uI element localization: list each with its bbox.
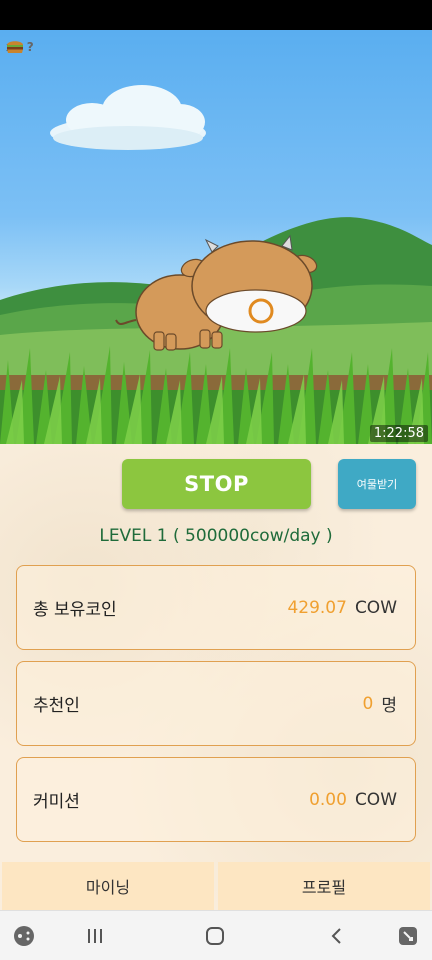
stop-button[interactable]: STOP [122,459,311,509]
card-unit: COW [354,597,397,618]
help-icon[interactable]: ? [27,40,34,54]
game-scene: x2 ? 1:22:58 [0,30,432,444]
card-unit: 명 [381,696,397,716]
back-icon[interactable] [325,924,349,948]
card-label: 총 보유코인 [33,600,117,620]
screenshot-tool-icon[interactable] [396,924,420,948]
card-value: 0.00 [309,789,347,810]
burger-icon [7,41,23,53]
home-icon[interactable] [203,924,227,948]
pasture-illustration [0,85,432,444]
bottom-tabs: 마이닝 프로필 [0,862,432,910]
tab-profile[interactable]: 프로필 [218,862,430,910]
mining-panel: STOP 여물받기 LEVEL 1 ( 500000cow/day ) 총 보유… [0,444,432,910]
level-info: LEVEL 1 ( 500000cow/day ) [99,526,333,546]
game-launcher-icon[interactable] [12,924,36,948]
receive-fodder-button[interactable]: 여물받기 [338,459,416,509]
card-unit: COW [354,789,397,810]
status-bar [0,0,432,30]
card-value: 0 [362,693,374,714]
card-label: 추천인 [33,696,80,716]
tab-mining[interactable]: 마이닝 [2,862,214,910]
recent-apps-icon[interactable] [83,924,107,948]
card-value: 429.07 [287,597,347,618]
card-label: 커미션 [33,792,80,812]
commission-card: 커미션 0.00 COW [16,757,416,842]
total-coin-card: 총 보유코인 429.07 COW [16,565,416,650]
system-navigation-bar [0,910,432,960]
referrer-card: 추천인 0 명 [16,661,416,746]
cloud [50,85,206,150]
mining-timer: 1:22:58 [369,425,428,442]
booster-indicator[interactable]: x2 ? [6,38,34,56]
